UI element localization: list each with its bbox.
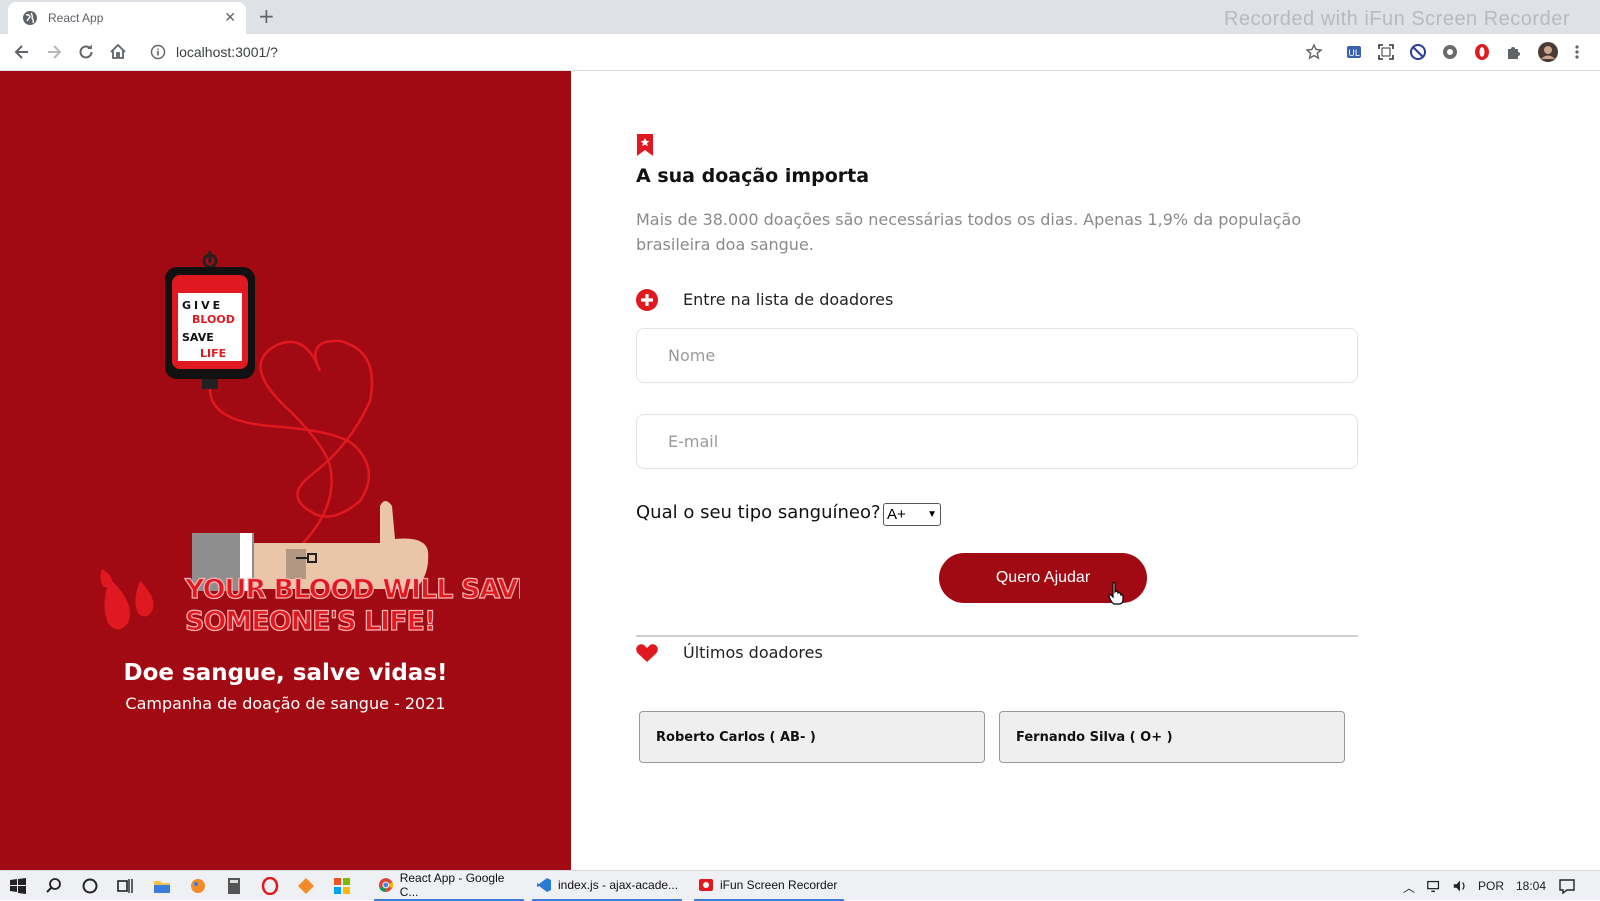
blood-type-question: Qual o seu tipo sanguíneo?	[636, 502, 881, 523]
heart-icon	[636, 644, 658, 662]
tab-title: React App	[48, 11, 104, 25]
git-app-icon[interactable]	[297, 877, 315, 895]
taskbar-app-label: iFun Screen Recorder	[720, 878, 838, 892]
email-input[interactable]	[636, 414, 1358, 469]
taskbar-app-recorder[interactable]: iFun Screen Recorder	[694, 871, 844, 901]
svg-text:UL: UL	[1348, 49, 1360, 59]
section-divider	[636, 635, 1358, 637]
reload-icon[interactable]	[76, 42, 96, 62]
screen-recorder-icon	[699, 879, 713, 891]
browser-tabbar: React App ✕ + Recorded with iFun Screen …	[0, 0, 1600, 34]
screenshot-extension-icon[interactable]	[1377, 43, 1395, 61]
search-icon[interactable]	[45, 877, 63, 895]
bag-word-save: SAVE	[182, 331, 214, 344]
clock-time[interactable]: 18:04	[1516, 879, 1546, 893]
gear-extension-icon[interactable]	[1441, 43, 1459, 61]
bag-word-life: LIFE	[200, 347, 226, 360]
blood-donation-illustration: GIVE BLOOD SAVE LIFE YOUR BLOOD WILL SAV…	[100, 251, 520, 638]
vscode-icon	[537, 878, 551, 892]
profile-avatar-icon[interactable]	[1537, 41, 1559, 63]
taskbar-app-label: React App - Google C...	[399, 871, 505, 899]
name-input[interactable]	[636, 328, 1358, 383]
windows-start-icon[interactable]	[9, 877, 27, 895]
plus-circle-icon	[636, 289, 658, 311]
bookmark-star-icon[interactable]	[1305, 43, 1323, 61]
home-icon[interactable]	[108, 42, 128, 62]
hero-title: Doe sangue, salve vidas!	[123, 660, 448, 686]
taskbar-app-label: index.js - ajax-acade...	[558, 878, 679, 892]
hand-cursor-icon	[1108, 582, 1124, 605]
signup-section-label: Entre na lista de doadores	[683, 290, 894, 309]
opera-extension-icon[interactable]	[1473, 43, 1491, 61]
url-text: localhost:3001/?	[176, 44, 278, 60]
opera-browser-icon[interactable]	[261, 877, 279, 895]
chevron-down-icon: ▼	[927, 509, 937, 520]
tray-chevron-up-icon[interactable]: ︿	[1403, 879, 1415, 896]
bag-word-give: GIVE	[182, 299, 223, 312]
hero-subtitle: Campanha de doação de sangue - 2021	[125, 694, 446, 713]
network-icon[interactable]	[1426, 877, 1442, 895]
browser-menu-icon[interactable]	[1568, 43, 1586, 61]
hero-panel: GIVE BLOOD SAVE LIFE YOUR BLOOD WILL SAV…	[0, 71, 571, 870]
slogan-line1: YOUR BLOOD WILL SAVE	[184, 574, 520, 605]
close-tab-icon[interactable]: ✕	[224, 10, 236, 26]
globe-icon	[23, 11, 37, 25]
site-info-icon[interactable]	[150, 44, 166, 60]
bookmark-icon	[637, 134, 653, 156]
page-title: A sua doação importa	[636, 165, 870, 187]
task-view-icon[interactable]	[116, 877, 134, 895]
bag-word-blood: BLOOD	[192, 313, 235, 326]
browser-toolbar: localhost:3001/? UL	[0, 34, 1600, 71]
windows-taskbar: React App - Google C... index.js - ajax-…	[0, 870, 1600, 901]
new-tab-icon[interactable]: +	[258, 4, 275, 28]
input-language[interactable]: POR	[1478, 879, 1504, 893]
donor-card: Roberto Carlos ( AB- )	[639, 711, 985, 763]
file-explorer-icon[interactable]	[153, 877, 171, 895]
extensions-puzzle-icon[interactable]	[1505, 43, 1523, 61]
browser-tab[interactable]: React App ✕	[8, 2, 246, 34]
blood-type-selected-value: A+	[887, 506, 906, 523]
volume-icon[interactable]	[1452, 877, 1468, 895]
description-text: Mais de 38.000 doações são necessárias t…	[636, 210, 1302, 254]
forward-icon[interactable]	[44, 42, 64, 62]
notifications-icon[interactable]	[1558, 877, 1576, 895]
block-extension-icon[interactable]	[1409, 43, 1427, 61]
donors-section-label: Últimos doadores	[683, 643, 823, 662]
chrome-icon	[378, 878, 394, 892]
taskbar-app-vscode[interactable]: index.js - ajax-acade...	[532, 871, 682, 901]
donor-name: Roberto Carlos ( AB- )	[656, 729, 816, 745]
donor-name: Fernando Silva ( O+ )	[1016, 729, 1173, 745]
translate-extension-icon[interactable]: UL	[1345, 43, 1363, 61]
paint-app-icon[interactable]	[189, 877, 207, 895]
recorder-watermark: Recorded with iFun Screen Recorder	[1223, 8, 1570, 30]
donation-form-section: A sua doação importa Mais de 38.000 doaç…	[571, 71, 1600, 870]
microsoft-store-icon[interactable]	[333, 877, 351, 895]
slogan-line2: SOMEONE'S LIFE!	[185, 606, 435, 637]
back-icon[interactable]	[12, 42, 32, 62]
donor-card: Fernando Silva ( O+ )	[999, 711, 1345, 763]
cortana-icon[interactable]	[81, 877, 99, 895]
blood-type-select[interactable]: A+ ▼	[883, 503, 941, 526]
taskbar-app-chrome[interactable]: React App - Google C...	[374, 871, 524, 901]
address-bar[interactable]: localhost:3001/?	[140, 37, 1320, 67]
calculator-icon[interactable]	[225, 877, 243, 895]
